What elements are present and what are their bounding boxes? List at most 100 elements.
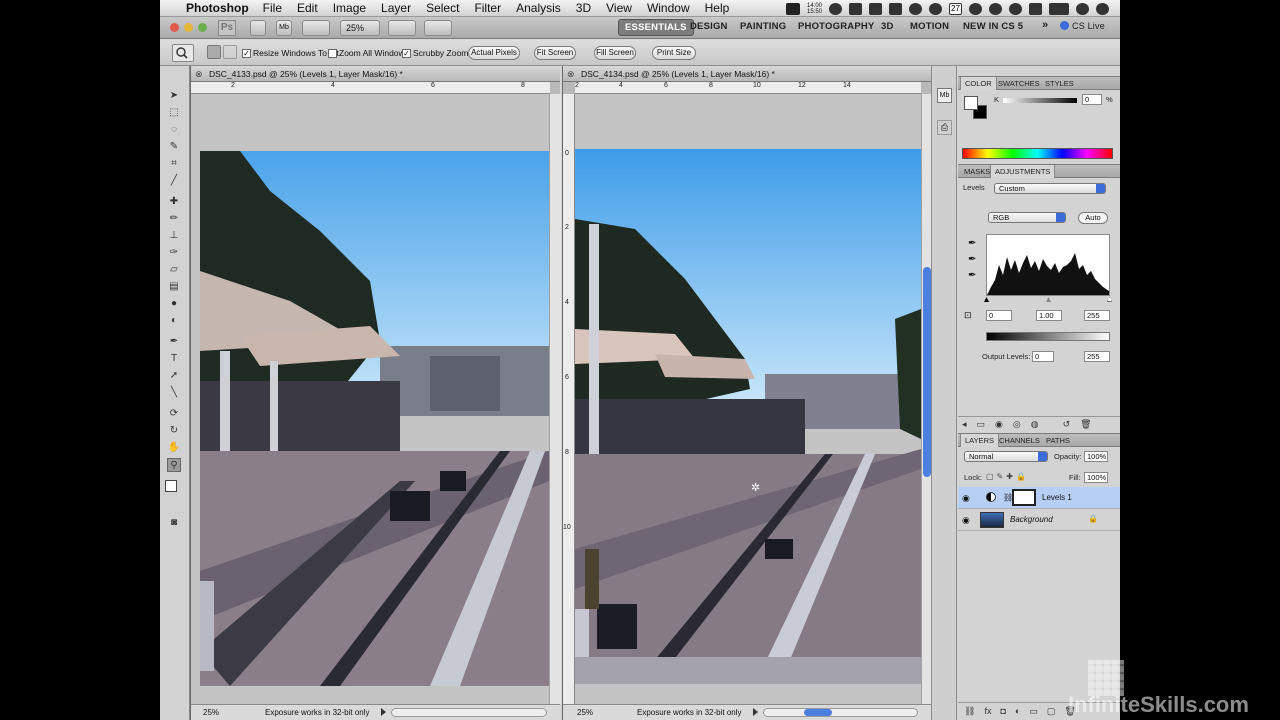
quick-selection-tool-icon[interactable]: ✎ [167, 139, 181, 153]
close-tab-icon[interactable]: ⊗ [195, 66, 203, 82]
tool-preset-picker[interactable] [172, 44, 194, 62]
photo-canvas-2[interactable]: ✲ [575, 149, 921, 684]
arrange-documents-dropdown[interactable] [388, 20, 416, 36]
fill-screen-button[interactable]: Fill Screen [594, 46, 636, 60]
layer-style-icon[interactable]: fx [984, 706, 991, 717]
close-tab-icon[interactable]: ⊗ [567, 66, 575, 82]
white-point-eyedropper-icon[interactable]: ✒ [968, 270, 976, 281]
calendar-icon[interactable]: 27 [949, 2, 962, 15]
tab-channels[interactable]: CHANNELS [995, 434, 1044, 447]
chat-icon[interactable] [869, 2, 882, 15]
eraser-tool-icon[interactable]: ▱ [167, 262, 181, 276]
volume-icon[interactable] [1029, 2, 1042, 15]
status-message[interactable]: Exposure works in 32-bit only [265, 705, 370, 720]
menu-filter[interactable]: Filter [474, 1, 501, 15]
fill-field[interactable]: 100% [1084, 472, 1108, 483]
scroll-thumb[interactable] [923, 267, 931, 477]
lock-options-icons[interactable]: ▢✎✚🔒 [986, 472, 1029, 481]
path-selection-tool-icon[interactable]: ➚ [167, 368, 181, 382]
mini-bridge-button[interactable]: Mb [276, 20, 292, 36]
eye-visibility-icon[interactable]: ◉ [962, 493, 970, 504]
more-workspaces-icon[interactable]: » [1042, 19, 1048, 31]
eyedropper-tool-icon[interactable]: ╱ [167, 173, 181, 187]
layer-row-background[interactable]: ◉ Background 🔒 [958, 509, 1120, 531]
sync-icon[interactable] [909, 2, 922, 15]
workspace-new-in-cs5[interactable]: NEW IN CS 5 [963, 21, 1023, 32]
opacity-field[interactable]: 100% [1084, 451, 1108, 462]
view-extras-dropdown[interactable] [302, 20, 330, 36]
delete-adjustment-icon[interactable]: 🗑 [1080, 419, 1091, 430]
document-tab-1[interactable]: ⊗ DSC_4133.psd @ 25% (Levels 1, Layer Mas… [191, 66, 560, 82]
cs-live-button[interactable]: CS Live [1060, 21, 1105, 31]
brush-tool-icon[interactable]: ✏ [167, 211, 181, 225]
hand-tool-icon[interactable]: ✋ [167, 440, 181, 454]
3d-rotate-tool-icon[interactable]: ⟳ [167, 406, 181, 420]
scrubby-zoom-checkbox[interactable]: ✓ Scrubby Zoom [402, 48, 468, 58]
input-black-slider[interactable] [984, 297, 989, 302]
view-previous-icon[interactable]: ◍ [1031, 419, 1039, 430]
spot-healing-tool-icon[interactable]: ✚ [167, 194, 181, 208]
output-white-field[interactable]: 255 [1084, 351, 1110, 362]
blend-mode-dropdown[interactable]: Normal [964, 451, 1048, 462]
type-tool-icon[interactable]: T [167, 351, 181, 365]
color-spectrum-ramp[interactable] [962, 148, 1113, 159]
print-size-button[interactable]: Print Size [652, 46, 696, 60]
workspace-painting[interactable]: PAINTING [740, 21, 786, 32]
workspace-motion[interactable]: MOTION [910, 21, 949, 32]
layer-mask-thumbnail[interactable] [1012, 489, 1036, 506]
auto-button[interactable]: Auto [1078, 212, 1108, 224]
input-gamma-slider[interactable] [1046, 297, 1051, 302]
layer-name[interactable]: Levels 1 [1042, 493, 1072, 502]
zoom-readout[interactable]: 25% [577, 705, 593, 720]
new-adjustment-icon[interactable]: ◐ [1015, 706, 1020, 717]
minimize-window-icon[interactable] [184, 23, 193, 32]
tab-paths[interactable]: PATHS [1042, 434, 1074, 447]
history-panel-icon[interactable]: ⎙ [937, 120, 952, 135]
crop-tool-icon[interactable]: ⌗ [167, 156, 181, 170]
tab-adjustments[interactable]: ADJUSTMENTS [990, 165, 1056, 178]
vertical-scrollbar[interactable] [549, 94, 561, 704]
reset-adjustment-icon[interactable]: ↺ [1063, 419, 1071, 430]
input-white-field[interactable]: 255 [1084, 310, 1110, 321]
accessibility-icon[interactable] [1009, 2, 1022, 15]
expanded-view-icon[interactable]: ▭ [977, 419, 986, 430]
horizontal-scrollbar[interactable] [391, 708, 547, 717]
zoom-tool-icon[interactable]: ⚲ [167, 458, 181, 472]
resize-windows-checkbox[interactable]: ✓ Resize Windows To Fit [242, 48, 339, 58]
horizontal-scrollbar[interactable] [763, 708, 918, 717]
input-white-slider[interactable] [1107, 297, 1112, 302]
paw-icon[interactable] [889, 2, 902, 15]
clip-to-layer-icon[interactable]: ◉ [995, 419, 1003, 430]
k-value-field[interactable]: 0 [1082, 94, 1102, 105]
input-gamma-field[interactable]: 1.00 [1036, 310, 1062, 321]
close-window-icon[interactable] [170, 23, 179, 32]
menu-3d[interactable]: 3D [576, 1, 591, 15]
preset-dropdown[interactable]: Custom [994, 183, 1106, 194]
camera-icon[interactable] [849, 2, 862, 15]
battery-icon[interactable] [1049, 2, 1069, 15]
k-slider-track[interactable] [1003, 98, 1077, 103]
scroll-thumb[interactable] [804, 709, 832, 716]
gray-point-eyedropper-icon[interactable]: ✒ [968, 254, 976, 265]
workspace-essentials[interactable]: ESSENTIALS [618, 19, 694, 36]
lasso-tool-icon[interactable]: ◌ [167, 122, 181, 136]
channel-dropdown[interactable]: RGB [988, 212, 1066, 223]
menu-image[interactable]: Image [333, 1, 366, 15]
blur-tool-icon[interactable]: ● [167, 296, 181, 310]
clone-stamp-tool-icon[interactable]: ⊥ [167, 228, 181, 242]
zoom-out-mode-icon[interactable] [223, 45, 237, 59]
layer-name[interactable]: Background [1010, 515, 1053, 524]
menu-select[interactable]: Select [426, 1, 459, 15]
sample-point-icon[interactable]: ⊡ [964, 310, 972, 321]
foreground-color-swatch[interactable] [165, 480, 177, 492]
zoom-in-mode-icon[interactable] [207, 45, 221, 59]
zoom-all-windows-checkbox[interactable]: Zoom All Windows [328, 48, 409, 58]
layer-row-levels[interactable]: ◉ ⛓ Levels 1 [958, 487, 1120, 509]
status-menu-arrow-icon[interactable] [381, 708, 386, 716]
marquee-tool-icon[interactable]: ⬚ [167, 105, 181, 119]
link-layers-icon[interactable]: ⛓ [964, 706, 975, 717]
tab-swatches[interactable]: SWATCHES [994, 77, 1044, 90]
launch-bridge-button[interactable] [250, 20, 266, 36]
tab-color[interactable]: COLOR [960, 77, 997, 90]
workspace-photography[interactable]: PHOTOGRAPHY [798, 21, 874, 32]
